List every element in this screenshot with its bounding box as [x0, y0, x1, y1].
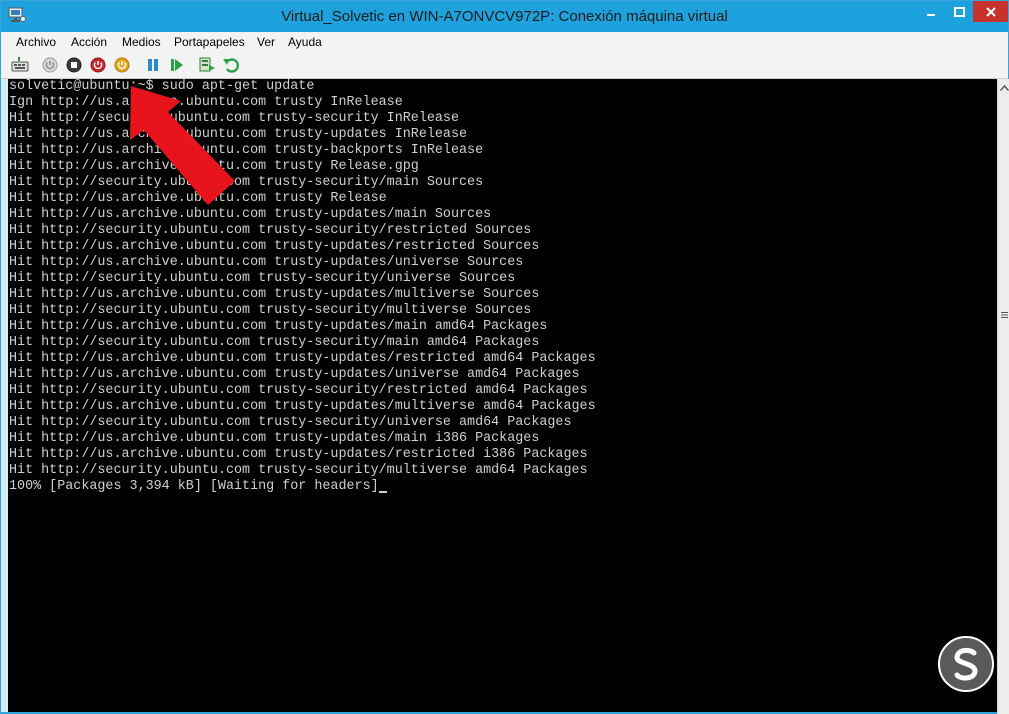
pause-icon[interactable] [144, 56, 162, 74]
terminal-line: Hit http://us.archive.ubuntu.com trusty-… [9, 319, 548, 334]
vertical-scrollbar[interactable] [997, 79, 1009, 714]
solvetic-logo-icon [938, 636, 994, 692]
terminal-line: Hit http://security.ubuntu.com trusty-se… [9, 175, 484, 190]
terminal-line: Hit http://security.ubuntu.com trusty-se… [9, 111, 459, 126]
terminal-line: Hit http://security.ubuntu.com trusty-se… [9, 271, 516, 286]
start-icon[interactable] [41, 56, 59, 74]
terminal-line: Hit http://us.archive.ubuntu.com trusty-… [9, 239, 540, 254]
shutdown-icon[interactable] [89, 56, 107, 74]
menu-accion[interactable]: Acción [71, 35, 107, 49]
terminal-line: Hit http://us.archive.ubuntu.com trusty-… [9, 399, 596, 414]
terminal-line: Hit http://us.archive.ubuntu.com trusty-… [9, 255, 524, 270]
terminal-line: Hit http://us.archive.ubuntu.com trusty-… [9, 127, 468, 142]
terminal-line: Hit http://security.ubuntu.com trusty-se… [9, 223, 532, 238]
terminal-line: Hit http://us.archive.ubuntu.com trusty-… [9, 447, 588, 462]
checkpoint-icon[interactable] [198, 56, 216, 74]
terminal-line: Hit http://us.archive.ubuntu.com trusty-… [9, 143, 484, 158]
terminal-line: Hit http://us.archive.ubuntu.com trusty-… [9, 367, 580, 382]
title-bar[interactable]: Virtual_Solvetic en WIN-A7ONVCV972P: Con… [1, 1, 1008, 32]
minimize-button[interactable] [917, 1, 945, 22]
revert-icon[interactable] [222, 56, 240, 74]
terminal-line: Hit http://us.archive.ubuntu.com trusty-… [9, 431, 540, 446]
stop-icon[interactable] [65, 56, 83, 74]
power-icon[interactable] [113, 56, 131, 74]
toolbar [1, 52, 1008, 79]
terminal-line: Hit http://us.archive.ubuntu.com trusty-… [9, 351, 596, 366]
terminal-line: Hit http://security.ubuntu.com trusty-se… [9, 383, 588, 398]
terminal-progress-line: 100% [Packages 3,394 kB] [Waiting for he… [9, 479, 387, 495]
terminal-line: Hit http://us.archive.ubuntu.com trusty … [9, 159, 419, 174]
scroll-thumb-grip-icon[interactable] [1000, 311, 1009, 321]
terminal-line: Hit http://security.ubuntu.com trusty-se… [9, 303, 532, 318]
terminal-line: Hit http://us.archive.ubuntu.com trusty … [9, 191, 387, 206]
terminal-line: Hit http://us.archive.ubuntu.com trusty-… [9, 287, 540, 302]
scroll-up-icon[interactable] [999, 84, 1009, 92]
terminal-line: Ign http://us.archive.ubuntu.com trusty … [9, 95, 403, 110]
close-button[interactable] [973, 1, 1008, 22]
menu-bar: Archivo Acción Medios Portapapeles Ver A… [1, 32, 1008, 52]
terminal-screen[interactable]: solvetic@ubuntu:~$ sudo apt-get update I… [8, 79, 997, 712]
terminal-cursor [378, 491, 387, 493]
menu-archivo[interactable]: Archivo [16, 35, 56, 49]
window-title: Virtual_Solvetic en WIN-A7ONVCV972P: Con… [281, 8, 728, 25]
terminal-line: Hit http://us.archive.ubuntu.com trusty-… [9, 207, 492, 222]
terminal-line: Hit http://security.ubuntu.com trusty-se… [9, 415, 572, 430]
menu-ayuda[interactable]: Ayuda [288, 35, 322, 49]
progress-text: 100% [Packages 3,394 kB] [Waiting for he… [9, 479, 379, 494]
menu-portapapeles[interactable]: Portapapeles [174, 35, 245, 49]
maximize-button[interactable] [945, 1, 973, 22]
resume-icon[interactable] [168, 56, 186, 74]
terminal-line: Hit http://security.ubuntu.com trusty-se… [9, 463, 588, 478]
menu-medios[interactable]: Medios [122, 35, 161, 49]
terminal-line: solvetic@ubuntu:~$ sudo apt-get update [9, 79, 315, 94]
menu-ver[interactable]: Ver [257, 35, 275, 49]
vm-connection-window: Virtual_Solvetic en WIN-A7ONVCV972P: Con… [0, 0, 1009, 714]
ctrl-alt-del-icon[interactable] [11, 56, 29, 74]
terminal-line: Hit http://security.ubuntu.com trusty-se… [9, 335, 540, 350]
